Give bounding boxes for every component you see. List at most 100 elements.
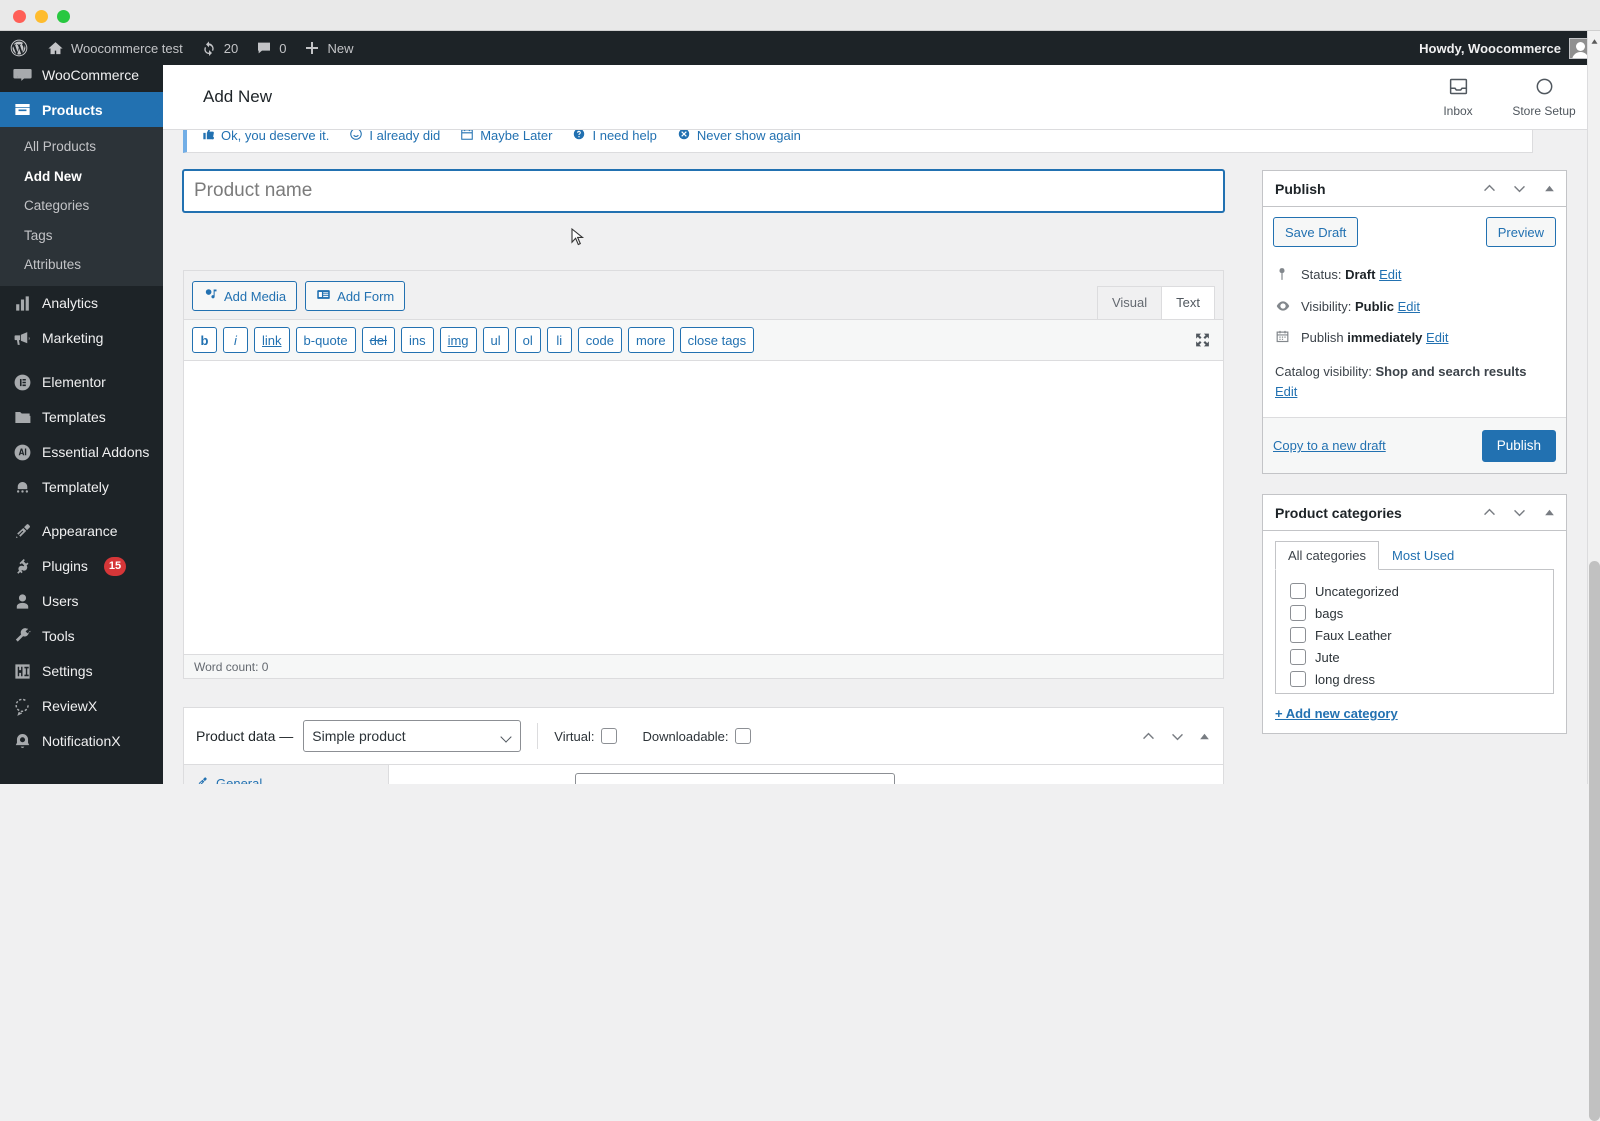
quicktag-img[interactable]: img	[439, 327, 477, 353]
sidebar-item-tags[interactable]: Tags	[0, 221, 163, 251]
add-form-button[interactable]: Add Form	[305, 281, 406, 311]
add-media-button[interactable]: Add Media	[192, 281, 298, 311]
move-up-icon[interactable]	[1476, 176, 1502, 202]
category-item-long-dress[interactable]: long dress	[1290, 668, 1539, 690]
tab-most-used[interactable]: Most Used	[1379, 541, 1467, 570]
catalog-visibility-edit-link[interactable]: Edit	[1275, 384, 1297, 399]
move-down-icon[interactable]	[1506, 176, 1532, 202]
comments-menu[interactable]: 0	[247, 31, 295, 65]
window-close-button[interactable]	[13, 10, 26, 23]
sidebar-item-notificationx[interactable]: NotificationX	[0, 724, 163, 759]
save-draft-button[interactable]: Save Draft	[1273, 217, 1359, 247]
add-new-category-link[interactable]: + Add new category	[1275, 706, 1554, 721]
publish-button[interactable]: Publish	[1481, 429, 1556, 462]
notice-link-ok-you-deserve-it[interactable]: Ok, you deserve it.	[201, 130, 329, 144]
page-scrollbar[interactable]	[1587, 31, 1600, 1121]
admin-bar-account-area[interactable]: Howdy, Woocommerce	[1419, 31, 1600, 65]
move-down-icon[interactable]	[1169, 728, 1186, 745]
toggle-panel-icon[interactable]	[1536, 176, 1562, 202]
category-checkbox[interactable]	[1290, 627, 1306, 644]
quicktag-close-tags[interactable]: close tags	[679, 327, 755, 353]
move-down-icon[interactable]	[1506, 500, 1532, 526]
category-item-jute[interactable]: Jute	[1290, 646, 1539, 668]
notice-link-maybe-later[interactable]: Maybe Later	[460, 130, 552, 144]
category-checkbox[interactable]	[1290, 583, 1306, 600]
tab-visual[interactable]: Visual	[1096, 285, 1163, 319]
scrollbar-thumb[interactable]	[1589, 561, 1600, 1121]
sidebar-item-categories[interactable]: Categories	[0, 191, 163, 221]
category-item-uncategorized[interactable]: Uncategorized	[1290, 580, 1539, 602]
virtual-checkbox-group[interactable]: Virtual:	[554, 728, 617, 744]
notice-link-never-show-again[interactable]: Never show again	[677, 130, 801, 144]
fullscreen-icon[interactable]	[1194, 332, 1211, 349]
quicktag-link[interactable]: link	[254, 327, 290, 353]
sidebar-item-reviewx[interactable]: ReviewX	[0, 689, 163, 724]
sidebar-item-settings[interactable]: Settings	[0, 654, 163, 689]
sidebar-item-products[interactable]: Products	[0, 92, 163, 127]
sidebar-item-templates[interactable]: Templates	[0, 400, 163, 435]
product-data-tab-general[interactable]: General	[184, 771, 388, 784]
sidebar-item-tools[interactable]: Tools	[0, 619, 163, 654]
media-buttons: Add Media Add Form	[192, 281, 1215, 311]
tab-text[interactable]: Text	[1161, 285, 1215, 319]
site-name-menu[interactable]: Woocommerce test	[38, 31, 192, 65]
notice-link-i-already-did[interactable]: I already did	[349, 130, 440, 144]
scroll-up-arrow[interactable]	[1590, 33, 1599, 44]
sidebar-item-users[interactable]: Users	[0, 584, 163, 619]
category-item-faux-leather[interactable]: Faux Leather	[1290, 624, 1539, 646]
sidebar-item-woocommerce[interactable]: WooCommerce	[0, 65, 163, 92]
product-data-tab-label: General	[216, 776, 263, 784]
toggle-panel-icon[interactable]	[1198, 730, 1211, 743]
sidebar-item-analytics[interactable]: Analytics	[0, 286, 163, 321]
downloadable-checkbox-group[interactable]: Downloadable:	[643, 728, 751, 744]
quicktag-li[interactable]: li	[546, 327, 572, 353]
move-up-icon[interactable]	[1140, 728, 1157, 745]
category-checkbox[interactable]	[1290, 671, 1306, 688]
new-content-menu[interactable]: New	[295, 31, 362, 65]
wordpress-logo-menu[interactable]	[0, 31, 38, 65]
quicktag-i[interactable]: i	[223, 327, 248, 353]
regular-price-input[interactable]	[575, 773, 895, 784]
category-checkbox[interactable]	[1290, 649, 1306, 666]
updates-menu[interactable]: 20	[192, 31, 247, 65]
sidebar-item-essential-addons[interactable]: Essential Addons	[0, 435, 163, 470]
quicktag-ol[interactable]: ol	[514, 327, 541, 353]
visibility-edit-link[interactable]: Edit	[1398, 299, 1420, 314]
product-type-select[interactable]: Simple product	[303, 720, 522, 752]
inbox-icon	[1448, 76, 1469, 100]
category-checkbox[interactable]	[1290, 605, 1306, 622]
quicktag-del[interactable]: del	[361, 327, 395, 353]
sidebar-item-plugins[interactable]: Plugins 15	[0, 549, 163, 584]
move-up-icon[interactable]	[1476, 500, 1502, 526]
tab-all-categories[interactable]: All categories	[1275, 541, 1380, 571]
quicktag-ul[interactable]: ul	[482, 327, 509, 353]
copy-to-new-draft-link[interactable]: Copy to a new draft	[1273, 438, 1386, 453]
product-categories-list[interactable]: Uncategorized bags Faux Leather Jute lon…	[1275, 570, 1554, 695]
category-item-bags[interactable]: bags	[1290, 602, 1539, 624]
quicktag-b[interactable]: b	[192, 327, 217, 353]
preview-button[interactable]: Preview	[1485, 217, 1556, 247]
product-name-input[interactable]	[184, 171, 1223, 211]
sidebar-item-appearance[interactable]: Appearance	[0, 514, 163, 549]
window-maximize-button[interactable]	[57, 10, 70, 23]
downloadable-checkbox[interactable]	[734, 728, 751, 744]
notice-link-i-need-help[interactable]: I need help	[572, 130, 657, 144]
sidebar-item-templately[interactable]: Templately	[0, 470, 163, 505]
quicktag-b-quote[interactable]: b-quote	[295, 327, 356, 353]
publish-edit-link[interactable]: Edit	[1426, 330, 1448, 345]
virtual-checkbox[interactable]	[600, 728, 617, 744]
quicktag-code[interactable]: code	[577, 327, 622, 353]
editor-textarea[interactable]	[184, 361, 1223, 654]
toggle-panel-icon[interactable]	[1536, 500, 1562, 526]
window-minimize-button[interactable]	[35, 10, 48, 23]
inbox-button[interactable]: Inbox	[1415, 65, 1501, 130]
quicktag-more[interactable]: more	[628, 327, 674, 353]
sidebar-item-attributes[interactable]: Attributes	[0, 250, 163, 280]
sidebar-item-marketing[interactable]: Marketing	[0, 321, 163, 356]
quicktag-ins[interactable]: ins	[400, 327, 434, 353]
status-edit-link[interactable]: Edit	[1379, 267, 1401, 282]
sidebar-item-all-products[interactable]: All Products	[0, 132, 163, 162]
sidebar-item-elementor[interactable]: Elementor	[0, 365, 163, 400]
sidebar-item-add-new[interactable]: Add New	[0, 162, 163, 192]
store-setup-button[interactable]: Store Setup	[1501, 65, 1587, 130]
